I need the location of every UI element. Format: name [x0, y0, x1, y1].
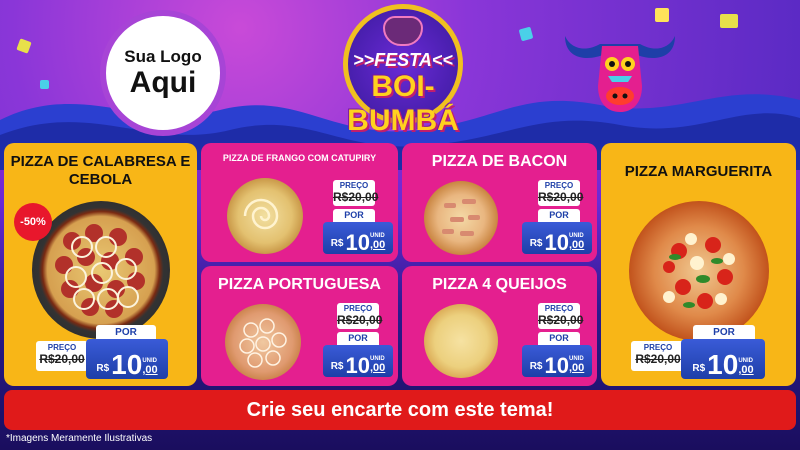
confetti	[40, 80, 49, 89]
pizza-image	[424, 181, 498, 255]
product-name: PIZZA 4 QUEIJOS	[432, 276, 567, 293]
festa-title: >>FESTA<<	[353, 50, 453, 70]
confetti	[720, 14, 738, 28]
price-integer: 10	[707, 349, 739, 380]
product-name: PIZZA DE CALABRESA E CEBOLA	[10, 153, 191, 188]
old-price: R$20,00	[635, 352, 681, 366]
old-price: R$20,00	[337, 313, 383, 327]
currency: R$	[96, 363, 110, 374]
cta-banner[interactable]: Crie seu encarte com este tema!	[4, 390, 796, 430]
pizza-image	[629, 201, 769, 341]
old-price-tag: PREÇO R$20,00	[538, 180, 584, 206]
product-card-bacon[interactable]: PIZZA DE BACON PREÇO R$20,00 POR R$ 10 U…	[402, 143, 597, 262]
price-integer: 10	[544, 230, 569, 255]
festa-boi-bumba-badge: >>FESTA<< BOI-BUMBÁ	[318, 4, 488, 137]
product-name: PIZZA MARGUERITA	[624, 163, 773, 180]
currency: R$	[529, 361, 543, 372]
por-label: POR	[538, 332, 580, 345]
new-price: R$ 10 UNID ,00	[86, 339, 168, 379]
logo-line-1: Sua Logo	[124, 47, 202, 66]
logo-line-2: Aqui	[129, 66, 197, 99]
bull-head-icon	[565, 36, 675, 112]
price-decimal: ,00	[142, 364, 158, 376]
pizza-image	[424, 304, 498, 378]
old-price-tag: PREÇO R$20,00	[631, 341, 685, 371]
price-integer: 10	[345, 230, 370, 255]
product-card-frango[interactable]: PIZZA DE FRANGO COM CATUPIRY PREÇO R$20,…	[201, 143, 398, 262]
price-integer: 10	[544, 353, 569, 378]
price-integer: 10	[111, 349, 143, 380]
por-label: POR	[333, 209, 375, 222]
old-price: R$20,00	[39, 352, 85, 366]
old-price: R$20,00	[333, 190, 379, 204]
pizza-image	[225, 304, 301, 380]
currency: R$	[529, 238, 543, 249]
product-name: PIZZA DE BACON	[431, 153, 568, 170]
old-price: R$20,00	[538, 190, 584, 204]
price-decimal: ,00	[568, 362, 585, 374]
brand-logo-placeholder[interactable]: Sua Logo Aqui	[100, 10, 226, 136]
currency: R$	[330, 361, 344, 372]
new-price: R$ 10 UNID ,00	[323, 222, 393, 254]
pizza-image	[32, 201, 170, 339]
footnote: *Imagens Meramente Ilustrativas	[6, 433, 153, 444]
product-card-calabresa[interactable]: PIZZA DE CALABRESA E CEBOLA -50% PREÇO R…	[4, 143, 197, 386]
old-price-tag: PREÇO R$20,00	[337, 303, 383, 329]
product-card-portuguesa[interactable]: PIZZA PORTUGUESA PREÇO R$20,00 POR R$ 10…	[201, 266, 398, 386]
por-label: POR	[337, 332, 379, 345]
price-integer: 10	[345, 353, 370, 378]
pizza-image	[227, 178, 303, 254]
currency: R$	[692, 363, 706, 374]
new-price: R$ 10 UNID ,00	[681, 339, 765, 379]
product-name: PIZZA DE FRANGO COM CATUPIRY	[222, 153, 377, 163]
old-price-tag: PREÇO R$20,00	[36, 341, 88, 371]
new-price: R$ 10 UNID ,00	[522, 345, 592, 377]
product-card-marguerita[interactable]: PIZZA MARGUERITA PREÇO R$20,00 POR R$ 10…	[601, 143, 796, 386]
new-price: R$ 10 UNID ,00	[323, 345, 393, 377]
product-name: PIZZA PORTUGUESA	[218, 276, 381, 293]
festa-subtitle: BOI-BUMBÁ	[347, 70, 459, 137]
discount-badge: -50%	[14, 203, 52, 241]
por-label: POR	[538, 209, 580, 222]
currency: R$	[330, 238, 344, 249]
product-card-4-queijos[interactable]: PIZZA 4 QUEIJOS PREÇO R$20,00 POR R$ 10 …	[402, 266, 597, 386]
old-price-tag: PREÇO R$20,00	[538, 303, 584, 329]
new-price: R$ 10 UNID ,00	[522, 222, 592, 254]
old-price-tag: PREÇO R$20,00	[333, 180, 379, 206]
price-decimal: ,00	[369, 239, 386, 251]
price-decimal: ,00	[738, 364, 754, 376]
price-decimal: ,00	[369, 362, 386, 374]
old-price: R$20,00	[538, 313, 584, 327]
price-decimal: ,00	[568, 239, 585, 251]
